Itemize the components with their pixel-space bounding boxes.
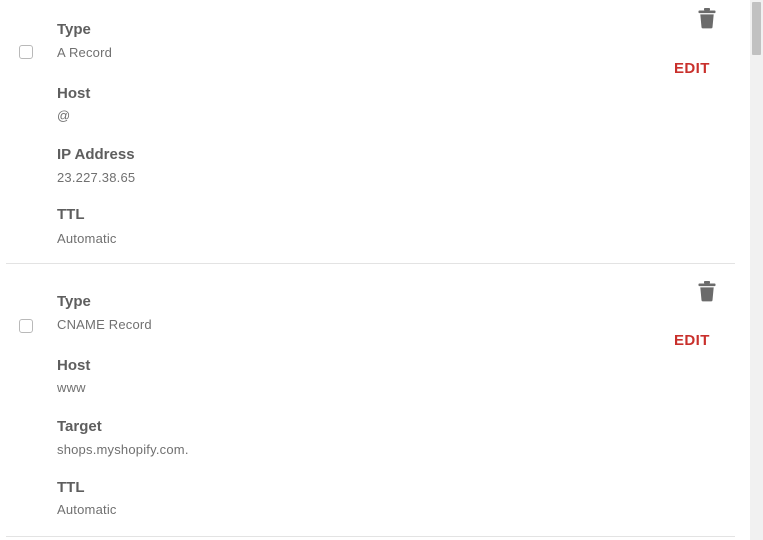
host-value: www xyxy=(57,380,86,395)
trash-icon xyxy=(698,8,716,29)
scrollbar-thumb[interactable] xyxy=(752,2,761,55)
ip-address-label: IP Address xyxy=(57,146,135,163)
trash-icon xyxy=(698,281,716,302)
target-label: Target xyxy=(57,418,102,435)
type-value: CNAME Record xyxy=(57,317,152,332)
scrollbar-track[interactable] xyxy=(750,0,763,540)
record-select-checkbox[interactable] xyxy=(19,45,33,59)
type-label: Type xyxy=(57,21,91,38)
ttl-label: TTL xyxy=(57,206,85,223)
edit-record-button[interactable]: EDIT xyxy=(674,332,710,350)
delete-record-button[interactable] xyxy=(697,280,717,302)
ip-address-value: 23.227.38.65 xyxy=(57,170,136,185)
record-select-checkbox[interactable] xyxy=(19,319,33,333)
target-value: shops.myshopify.com. xyxy=(57,442,189,457)
type-label: Type xyxy=(57,293,91,310)
ttl-value: Automatic xyxy=(57,502,117,517)
delete-record-button[interactable] xyxy=(697,7,717,29)
host-label: Host xyxy=(57,357,91,374)
ttl-value: Automatic xyxy=(57,231,117,246)
ttl-label: TTL xyxy=(57,479,85,496)
edit-record-button[interactable]: EDIT xyxy=(674,60,710,78)
type-value: A Record xyxy=(57,45,113,60)
dns-record-a: Type A Record Host @ IP Address 23.227.3… xyxy=(0,0,735,263)
record-divider xyxy=(6,536,735,537)
dns-record-cname: Type CNAME Record Host www Target shops.… xyxy=(0,264,735,536)
host-value: @ xyxy=(57,108,71,123)
host-label: Host xyxy=(57,85,91,102)
dns-records-list: Type A Record Host @ IP Address 23.227.3… xyxy=(0,0,763,540)
